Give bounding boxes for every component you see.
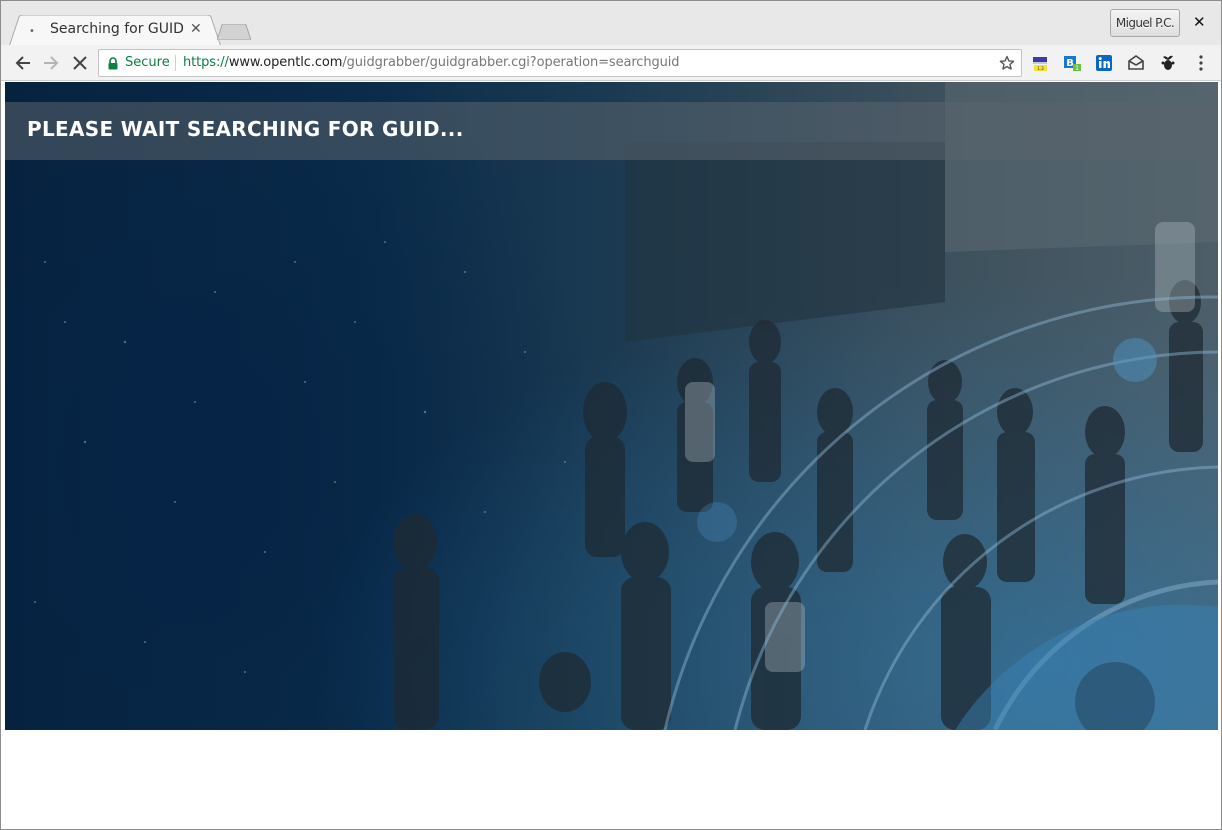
url-host: www.opentlc.com — [228, 55, 343, 70]
url-scheme: https:// — [183, 55, 229, 70]
forward-arrow-icon[interactable] — [41, 53, 61, 73]
bookmark-star-icon[interactable] — [999, 55, 1015, 71]
lock-icon — [108, 57, 118, 70]
page-footer-space — [5, 730, 1218, 827]
browser-window: • Searching for GUID ✕ Miguel P.C. ✕ Sec… — [0, 0, 1222, 830]
new-tab-button[interactable] — [217, 24, 251, 40]
address-bar[interactable]: Secure https://www.opentlc.com/guidgrabb… — [98, 49, 1022, 77]
stop-loading-icon[interactable] — [70, 53, 90, 73]
page-title: PLEASE WAIT SEARCHING FOR GUID... — [27, 117, 464, 141]
svg-text:1.3: 1.3 — [1037, 66, 1044, 71]
loading-favicon-icon: • — [29, 26, 35, 37]
status-banner: PLEASE WAIT SEARCHING FOR GUID... — [5, 102, 1218, 160]
secure-label: Secure — [125, 55, 170, 70]
window-close-icon[interactable]: ✕ — [1193, 13, 1206, 31]
svg-text:B: B — [1066, 58, 1074, 69]
b-extension-icon[interactable]: B 1 — [1063, 54, 1081, 72]
kebab-menu-icon[interactable] — [1194, 54, 1208, 72]
tab-close-icon[interactable]: ✕ — [190, 21, 202, 37]
address-divider — [175, 55, 176, 71]
hero-background: PLEASE WAIT SEARCHING FOR GUID... — [5, 82, 1218, 730]
back-arrow-icon[interactable] — [13, 53, 33, 73]
url-path: /guidgrabber/guidgrabber.cgi?operation=s… — [342, 55, 680, 70]
gnome-extension-icon[interactable] — [1159, 54, 1177, 72]
browser-toolbar: Secure https://www.opentlc.com/guidgrabb… — [1, 45, 1221, 81]
tab-strip: • Searching for GUID ✕ Miguel P.C. ✕ — [1, 1, 1221, 47]
svg-text:1: 1 — [1075, 65, 1079, 72]
crowd-background-image — [5, 82, 1218, 730]
tab-title: Searching for GUID — [50, 21, 184, 37]
url-text[interactable]: https://www.opentlc.com/guidgrabber/guid… — [183, 55, 680, 70]
flag-extension-icon[interactable]: 1.3 — [1031, 54, 1049, 72]
linkedin-icon[interactable] — [1095, 54, 1113, 72]
profile-button[interactable]: Miguel P.C. — [1110, 9, 1180, 37]
mail-extension-icon[interactable] — [1127, 54, 1145, 72]
